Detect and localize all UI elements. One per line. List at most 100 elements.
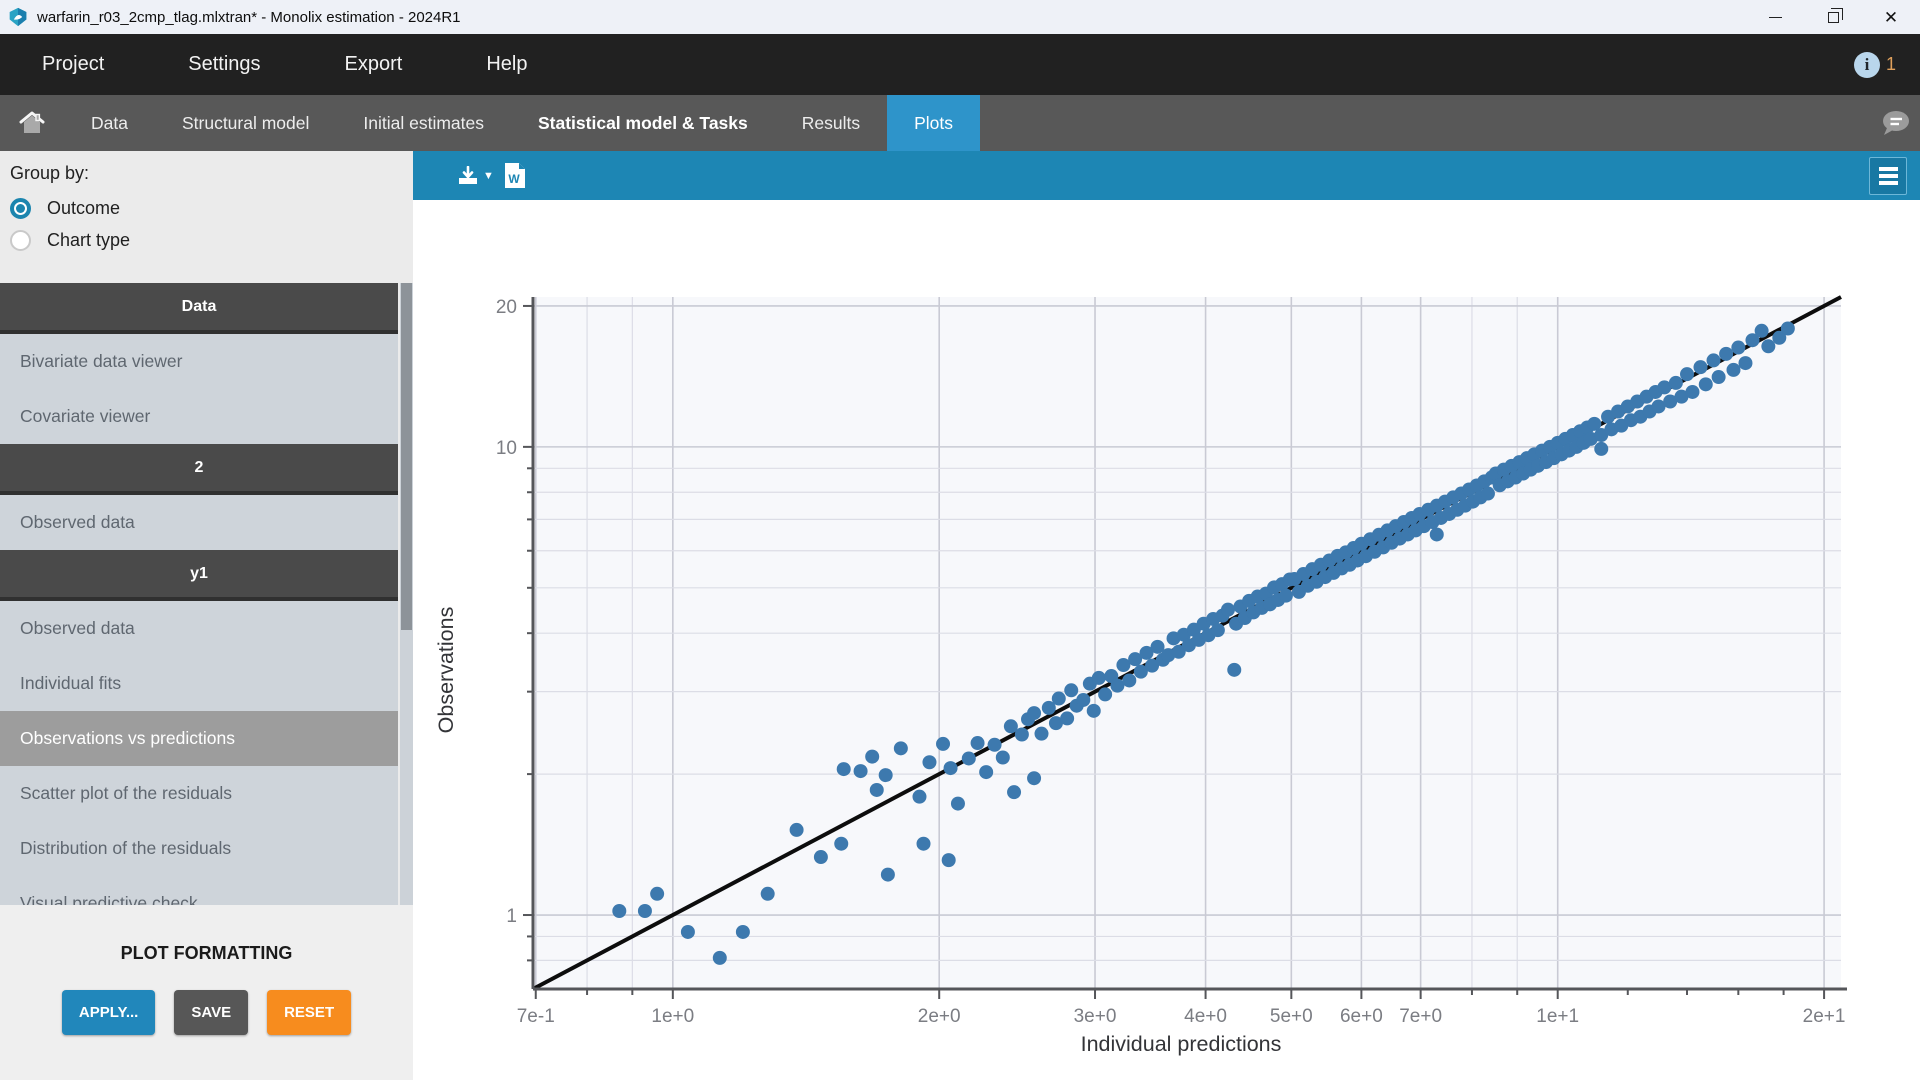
data-point — [1719, 347, 1733, 361]
sidebar-item-scatter-plot-of-the-residuals[interactable]: Scatter plot of the residuals — [0, 766, 398, 821]
y-tick-label: 20 — [496, 297, 517, 318]
sidebar-item-observations-vs-predictions[interactable]: Observations vs predictions — [0, 711, 398, 766]
data-point — [1669, 376, 1683, 390]
download-button[interactable]: ▼ — [457, 166, 494, 186]
radio-chart-type[interactable]: Chart type — [10, 224, 413, 256]
plot-formatting-panel: PLOT FORMATTING APPLY... SAVE RESET — [0, 905, 413, 1080]
data-point — [1731, 341, 1745, 355]
sidebar-section-header-y1: y1 — [0, 550, 398, 601]
data-point — [761, 887, 775, 901]
chat-bubble-icon[interactable] — [1878, 108, 1912, 138]
menu-settings[interactable]: Settings — [146, 34, 302, 95]
restore-icon[interactable] — [1804, 0, 1862, 34]
data-point — [1064, 683, 1078, 697]
tab-structural-model[interactable]: Structural model — [155, 95, 336, 151]
window-title: warfarin_r03_2cmp_tlag.mlxtran* - Monoli… — [37, 9, 461, 26]
observations-vs-predictions-plot[interactable]: 7e-11e+02e+03e+04e+05e+06e+07e+01e+12e+1… — [413, 200, 1920, 1080]
save-button[interactable]: SAVE — [174, 990, 248, 1035]
tab-bar: Data Structural model Initial estimates … — [0, 95, 1920, 151]
data-point — [912, 790, 926, 804]
sidebar-item-bivariate-data-viewer[interactable]: Bivariate data viewer — [0, 334, 398, 389]
data-point — [1481, 487, 1495, 501]
data-point — [1781, 322, 1795, 336]
x-tick-label: 4e+0 — [1184, 1006, 1227, 1027]
minimize-icon[interactable] — [1746, 0, 1804, 34]
y-tick-label: 10 — [496, 438, 517, 459]
data-point — [837, 762, 851, 776]
data-point — [1279, 589, 1293, 603]
data-point — [1122, 673, 1136, 687]
info-circle-icon[interactable]: i — [1854, 52, 1880, 78]
data-point — [881, 868, 895, 882]
data-point — [1594, 442, 1608, 456]
data-point — [1221, 603, 1235, 617]
data-point — [894, 741, 908, 755]
data-point — [1738, 356, 1752, 370]
x-tick-label: 5e+0 — [1270, 1006, 1313, 1027]
data-point — [834, 837, 848, 851]
tab-data[interactable]: Data — [64, 95, 155, 151]
hamburger-menu-icon[interactable] — [1869, 157, 1907, 195]
data-point — [996, 751, 1010, 765]
sidebar-item-observed-data[interactable]: Observed data — [0, 601, 398, 656]
sidebar-item-covariate-viewer[interactable]: Covariate viewer — [0, 389, 398, 444]
sidebar-item-distribution-of-the-residuals[interactable]: Distribution of the residuals — [0, 821, 398, 876]
data-point — [979, 765, 993, 779]
sidebar-item-individual-fits[interactable]: Individual fits — [0, 656, 398, 711]
data-point — [971, 736, 985, 750]
group-by-panel: Group by: Outcome Chart type — [0, 151, 413, 283]
sidebar-item-observed-data[interactable]: Observed data — [0, 495, 398, 550]
plot-toolbar: ▼ W — [413, 151, 1920, 200]
data-point — [1015, 728, 1029, 742]
word-export-icon[interactable]: W — [504, 162, 526, 189]
data-point — [681, 925, 695, 939]
close-icon[interactable]: ✕ — [1862, 0, 1920, 34]
data-point — [1726, 363, 1740, 377]
data-point — [1052, 692, 1066, 706]
sidebar-item-visual-predictive-check[interactable]: Visual predictive check — [0, 876, 398, 905]
sidebar: Group by: Outcome Chart type DataBivaria… — [0, 151, 413, 1080]
data-point — [917, 837, 931, 851]
reset-button[interactable]: RESET — [267, 990, 351, 1035]
window-controls: ✕ — [1746, 0, 1920, 34]
group-by-label: Group by: — [10, 163, 413, 184]
data-point — [1027, 771, 1041, 785]
sidebar-scrollbar-thumb[interactable] — [401, 283, 412, 630]
monolix-logo-icon — [8, 7, 28, 27]
download-icon — [457, 166, 479, 186]
menu-project[interactable]: Project — [0, 34, 146, 95]
data-point — [1211, 623, 1225, 637]
tab-statistical-model-tasks[interactable]: Statistical model & Tasks — [511, 95, 775, 151]
data-point — [736, 925, 750, 939]
radio-outcome[interactable]: Outcome — [10, 192, 413, 224]
radio-selected-icon — [10, 198, 31, 219]
tab-home[interactable] — [0, 95, 64, 151]
data-point — [1712, 370, 1726, 384]
tab-plots[interactable]: Plots — [887, 95, 980, 151]
tab-initial-estimates[interactable]: Initial estimates — [336, 95, 511, 151]
data-point — [1680, 367, 1694, 381]
menubar-right: i 1 — [1854, 34, 1896, 95]
data-point — [814, 850, 828, 864]
data-point — [790, 823, 804, 837]
x-tick-label: 7e-1 — [517, 1006, 555, 1027]
data-point — [1087, 704, 1101, 718]
apply-button[interactable]: APPLY... — [62, 990, 155, 1035]
data-point — [1685, 385, 1699, 399]
x-tick-label: 2e+0 — [918, 1006, 961, 1027]
x-tick-label: 3e+0 — [1074, 1006, 1117, 1027]
sidebar-section-header-data: Data — [0, 283, 398, 334]
tab-results[interactable]: Results — [775, 95, 887, 151]
data-point — [713, 951, 727, 965]
menu-export[interactable]: Export — [303, 34, 445, 95]
data-point — [1092, 671, 1106, 685]
data-point — [1761, 339, 1775, 353]
data-point — [1027, 706, 1041, 720]
x-axis-title: Individual predictions — [1081, 1032, 1282, 1056]
menu-help[interactable]: Help — [444, 34, 569, 95]
data-point — [1110, 679, 1124, 693]
data-point — [1430, 527, 1444, 541]
data-point — [1060, 711, 1074, 725]
data-point — [1707, 353, 1721, 367]
x-tick-label: 7e+0 — [1399, 1006, 1442, 1027]
